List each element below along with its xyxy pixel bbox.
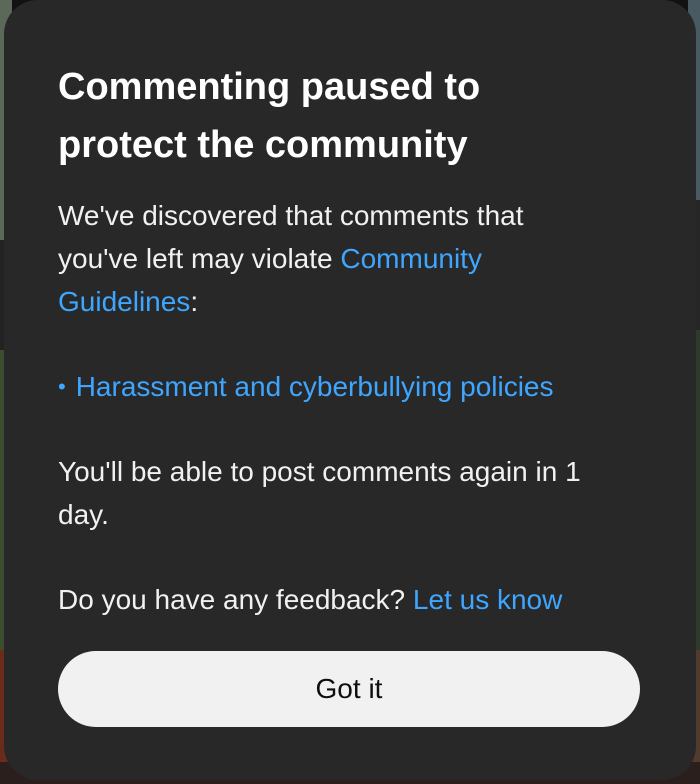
got-it-button[interactable]: Got it xyxy=(58,651,640,727)
commenting-paused-dialog: Commenting paused to protect the communi… xyxy=(4,0,696,780)
feedback-prompt-text: Do you have any feedback? xyxy=(58,584,413,615)
let-us-know-link[interactable]: Let us know xyxy=(413,584,562,615)
feedback-prompt: Do you have any feedback? Let us know xyxy=(58,578,642,621)
violation-message: We've discovered that comments that you'… xyxy=(58,194,578,323)
harassment-policy-link[interactable]: Harassment and cyberbullying policies xyxy=(76,365,554,408)
dialog-title: Commenting paused to protect the communi… xyxy=(58,66,481,166)
violation-message-suffix: : xyxy=(190,286,199,317)
policy-list-item: • Harassment and cyberbullying policies xyxy=(58,365,642,408)
pause-duration-message: You'll be able to post comments again in… xyxy=(58,456,581,530)
bullet-icon: • xyxy=(58,374,66,399)
